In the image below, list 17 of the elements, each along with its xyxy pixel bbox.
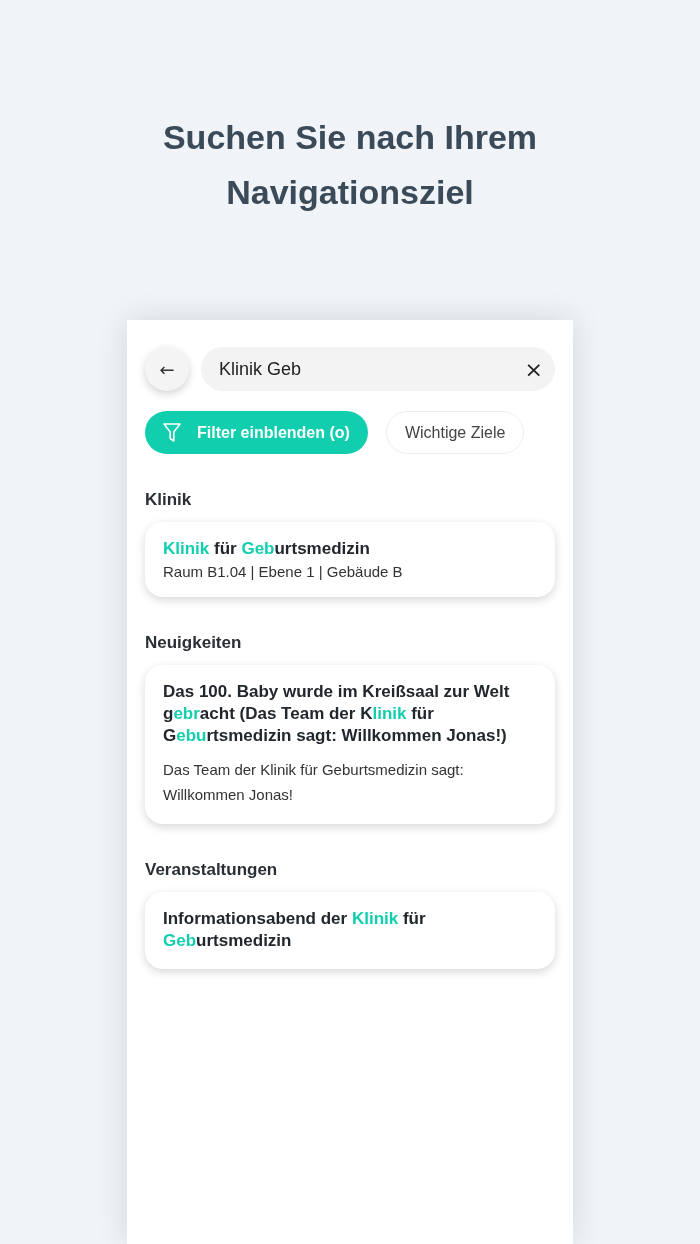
category-chip[interactable]: Wichtige Ziele <box>385 411 525 454</box>
result-card[interactable]: Klinik für Geburtsmedizin Raum B1.04 | Ebene 1 | Gebäude B <box>145 522 555 597</box>
result-card[interactable]: Informationsabend der Klinik für Geburtsmedizin <box>145 892 555 969</box>
result-location: Raum B1.04 | Ebene 1 | Gebäude B <box>163 563 404 580</box>
result-title: Klinik für Geburtsmedizin <box>163 538 371 560</box>
clear-button[interactable]: × <box>524 356 543 382</box>
section-heading: Klinik <box>145 490 193 510</box>
search-field[interactable]: Klinik Geb × <box>201 347 555 391</box>
result-title: Das 100. Baby wurde im Kreißsaal zur Welt gebracht (Das Team der Klinik für Geburtsmedizin sagt: Willkommen Jonas!) <box>163 681 511 747</box>
section-heading: Neuigkeiten <box>145 633 243 653</box>
back-button[interactable]: ← <box>145 347 189 391</box>
headline: Suchen Sie nach Ihrem Navigationsziel <box>161 117 539 213</box>
filter-icon <box>163 422 181 443</box>
result-card[interactable]: Das 100. Baby wurde im Kreißsaal zur Welt gebracht (Das Team der Klinik für Geburtsmedizin sagt: Willkommen Jonas!) Das Team der Klinik für Geburtsmedizin sagt: Willkommen Jonas! <box>145 665 555 824</box>
section-heading: Veranstaltungen <box>145 860 279 880</box>
result-title: Informationsabend der Klinik für Geburtsmedizin <box>163 908 427 952</box>
result-description: Das Team der Klinik für Geburtsmedizin sagt: Willkommen Jonas! <box>163 760 465 805</box>
